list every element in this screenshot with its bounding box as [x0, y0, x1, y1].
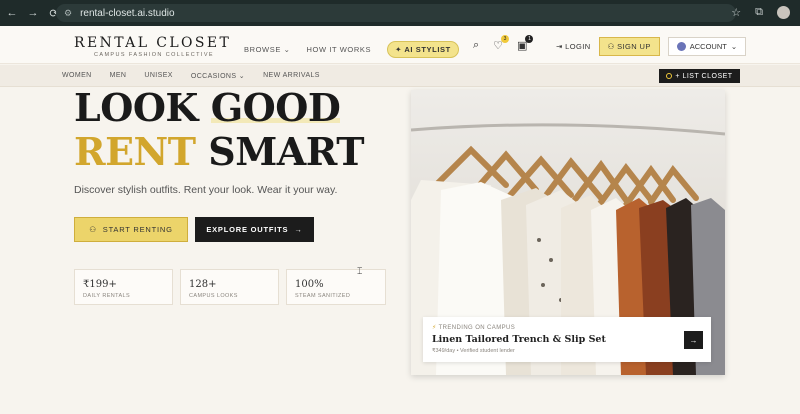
profile-avatar[interactable]: [777, 6, 790, 19]
lightning-icon: ⚡: [432, 325, 437, 331]
stat-campus-looks: 128+ CAMPUS LOOKS: [180, 269, 279, 305]
site-header: RENTAL CLOSET CAMPUS FASHION COLLECTIVE …: [0, 26, 800, 64]
category-women[interactable]: WOMEN: [62, 72, 92, 80]
back-icon[interactable]: ←: [6, 7, 18, 20]
site-info-icon[interactable]: ⚙: [64, 8, 72, 19]
stat-daily-rentals: ₹199+ DAILY RENTALS: [74, 269, 173, 305]
brand-tagline: CAMPUS FASHION COLLECTIVE: [94, 52, 214, 58]
account-button[interactable]: ACCOUNT ⌄: [667, 37, 747, 56]
featured-item-title: Linen Tailored Trench & Slip Set: [432, 334, 606, 345]
brand-name: RENTAL CLOSET: [74, 35, 232, 51]
featured-item-meta: ₹349/day • Verified student lender: [432, 348, 515, 354]
category-unisex[interactable]: UNISEX: [144, 72, 172, 80]
login-link[interactable]: ⇥ LOGIN: [556, 42, 591, 51]
forward-icon[interactable]: →: [27, 7, 39, 20]
hero-headline: LOOK GOOD RENT SMART: [74, 85, 364, 174]
nav-how-it-works[interactable]: HOW IT WORKS: [307, 45, 372, 54]
category-occasions[interactable]: OCCASIONS ⌄: [191, 72, 245, 80]
wishlist-count-badge: 3: [501, 35, 510, 43]
brand-logo[interactable]: RENTAL CLOSET CAMPUS FASHION COLLECTIVE: [74, 35, 231, 58]
category-new-arrivals[interactable]: NEW ARRIVALS: [263, 72, 320, 80]
browser-chrome: ← → ⟳ ⚙ rental-closet.ai.studio ☆ ⧉: [0, 0, 800, 26]
featured-item-card[interactable]: ⚡ TRENDING ON CAMPUS Linen Tailored Tren…: [423, 317, 711, 362]
stat-steam-sanitized: 100% STEAM SANITIZED: [286, 269, 386, 305]
featured-item-go-button[interactable]: →: [684, 331, 703, 349]
account-avatar-icon: [676, 42, 686, 51]
search-icon[interactable]: ⌕: [473, 39, 479, 52]
mouse-cursor-icon: ⌶: [357, 266, 363, 276]
nav-browse[interactable]: BROWSE ⌄: [244, 45, 291, 54]
url-text: rental-closet.ai.studio: [80, 7, 175, 19]
cart-bag-icon[interactable]: ▣ 1: [517, 35, 534, 52]
cart-count-badge: 1: [525, 35, 534, 43]
signup-button[interactable]: ⚇ SIGN UP: [598, 37, 660, 56]
list-closet-icon: [666, 73, 673, 79]
arrow-right-icon: →: [689, 335, 698, 345]
arrow-right-icon: →: [294, 225, 303, 234]
hero-subtitle: Discover stylish outfits. Rent your look…: [74, 184, 338, 196]
extensions-icon[interactable]: ⧉: [755, 6, 763, 19]
list-closet-button[interactable]: + LIST CLOSET: [659, 69, 740, 83]
start-renting-button[interactable]: ⚇ START RENTING: [74, 217, 188, 242]
category-bar: WOMEN MEN UNISEX OCCASIONS ⌄ NEW ARRIVAL…: [0, 65, 800, 87]
user-plus-icon: ⚇: [89, 225, 97, 234]
nav-ai-stylist[interactable]: ✦ AI STYLIST: [387, 41, 459, 58]
bookmark-star-icon[interactable]: ☆: [731, 6, 741, 19]
trending-label: ⚡ TRENDING ON CAMPUS: [432, 325, 516, 331]
explore-outfits-button[interactable]: EXPLORE OUTFITS →: [195, 217, 314, 242]
main-nav: BROWSE ⌄ HOW IT WORKS ✦ AI STYLIST: [244, 41, 459, 58]
category-men[interactable]: MEN: [110, 72, 127, 80]
address-bar[interactable]: ⚙ rental-closet.ai.studio: [56, 4, 736, 22]
wishlist-heart-icon[interactable]: ♡ 3: [493, 35, 510, 52]
